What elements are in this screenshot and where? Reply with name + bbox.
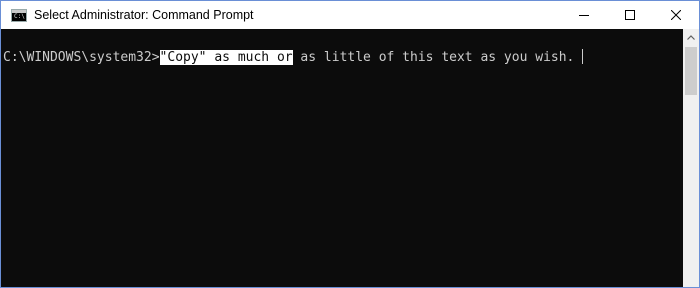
close-button[interactable] [653, 1, 699, 29]
minimize-icon [579, 15, 589, 16]
title-bar[interactable]: C:\ Select Administrator: Command Prompt [1, 1, 699, 29]
window-title: Select Administrator: Command Prompt [34, 8, 254, 22]
scrollbar-thumb[interactable] [685, 47, 697, 95]
command-line[interactable]: C:\WINDOWS\system32>"Copy" as much or as… [3, 49, 584, 66]
scroll-up-button[interactable] [683, 29, 699, 46]
close-icon [671, 10, 681, 20]
window-controls [561, 1, 699, 29]
command-prompt-path: C:\WINDOWS\system32> [3, 50, 160, 65]
console-area[interactable]: C:\WINDOWS\system32>"Copy" as much or as… [1, 29, 699, 287]
command-prompt-window: C:\ Select Administrator: Command Prompt… [0, 0, 700, 288]
vertical-scrollbar[interactable] [683, 29, 699, 287]
minimize-button[interactable] [561, 1, 607, 29]
chevron-up-icon [687, 35, 695, 40]
command-prompt-icon[interactable]: C:\ [11, 8, 27, 22]
maximize-icon [625, 10, 635, 20]
selected-text[interactable]: "Copy" as much or [159, 50, 293, 65]
maximize-button[interactable] [607, 1, 653, 29]
command-text: as little of this text as you wish. [292, 50, 583, 65]
text-cursor [582, 49, 584, 64]
